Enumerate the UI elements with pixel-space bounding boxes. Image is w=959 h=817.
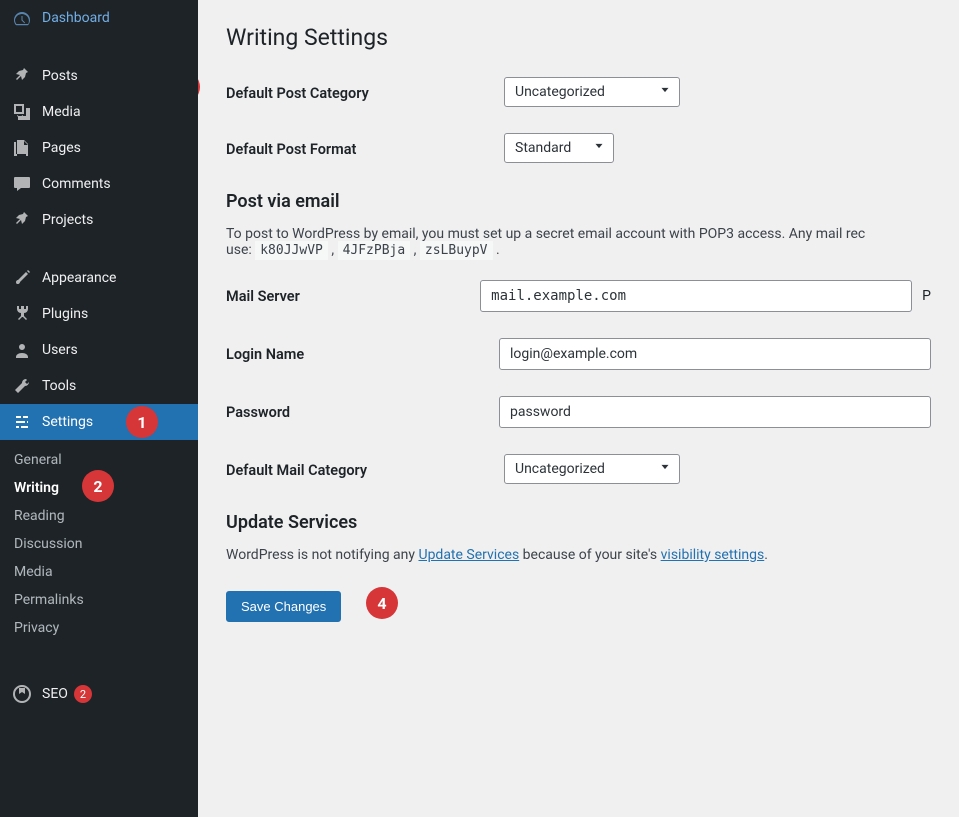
code-1: k80JJwVP [255, 241, 328, 260]
comments-icon [12, 174, 32, 194]
users-icon [12, 340, 32, 360]
sidebar-item-tools[interactable]: Tools [0, 368, 198, 404]
sidebar-item-label: Settings [42, 414, 93, 430]
select-default-mail-category[interactable]: Uncategorized [504, 454, 680, 484]
row-password: Password [226, 396, 931, 428]
tools-icon [12, 376, 32, 396]
row-default-post-format: Default Post Format Standard [226, 133, 931, 163]
settings-submenu: GeneralWriting2ReadingDiscussionMediaPer… [0, 440, 198, 654]
pin-icon [12, 210, 32, 230]
select-value: Standard [515, 140, 571, 156]
sidebar-item-label: Plugins [42, 306, 88, 322]
input-mail-server[interactable] [480, 280, 912, 312]
sidebar-item-label: Posts [42, 68, 78, 84]
link-update-services[interactable]: Update Services [418, 547, 519, 563]
content-area: Writing Settings Default Post Category 3… [198, 0, 959, 817]
submenu-item-privacy[interactable]: Privacy [0, 614, 198, 642]
chevron-down-icon [658, 83, 672, 101]
select-value: Uncategorized [515, 461, 605, 477]
sidebar-item-settings[interactable]: Settings 1 [0, 404, 198, 440]
sidebar-item-comments[interactable]: Comments [0, 166, 198, 202]
admin-sidebar: Dashboard Posts Media Pages Comments Projects… [0, 0, 198, 817]
seo-icon [12, 684, 32, 704]
chevron-down-icon [658, 460, 672, 478]
submenu-item-media[interactable]: Media [0, 558, 198, 586]
label-default-mail-category: Default Mail Category [226, 454, 504, 479]
link-visibility-settings[interactable]: visibility settings [661, 547, 765, 563]
sidebar-item-label: Appearance [42, 270, 116, 286]
label-password: Password [226, 396, 499, 421]
row-default-mail-category: Default Mail Category Uncategorized [226, 454, 931, 484]
label-default-post-category: Default Post Category [226, 77, 504, 102]
plug-icon [12, 304, 32, 324]
select-value: Uncategorized [515, 84, 605, 100]
sidebar-item-appearance[interactable]: Appearance [0, 260, 198, 296]
dashboard-icon [12, 8, 32, 28]
seo-badge: 2 [74, 685, 92, 703]
brush-icon [12, 268, 32, 288]
sidebar-item-media[interactable]: Media [0, 94, 198, 130]
sidebar-item-label: Comments [42, 176, 111, 192]
select-default-post-category[interactable]: Uncategorized [504, 77, 680, 107]
pin-icon [12, 66, 32, 86]
settings-icon [12, 412, 32, 432]
sidebar-item-label: Tools [42, 378, 76, 394]
callout-4: 4 [366, 587, 398, 619]
heading-post-via-email: Post via email [226, 191, 931, 212]
sidebar-item-plugins[interactable]: Plugins [0, 296, 198, 332]
row-login-name: Login Name [226, 338, 931, 370]
submenu-item-discussion[interactable]: Discussion [0, 530, 198, 558]
sidebar-item-label: Projects [42, 212, 93, 228]
page-title: Writing Settings [226, 24, 931, 51]
input-login-name[interactable] [499, 338, 931, 370]
media-icon [12, 102, 32, 122]
sidebar-item-pages[interactable]: Pages [0, 130, 198, 166]
submenu-item-permalinks[interactable]: Permalinks [0, 586, 198, 614]
sidebar-item-label: Dashboard [42, 10, 110, 26]
sidebar-item-label: Media [42, 104, 81, 120]
label-default-post-format: Default Post Format [226, 133, 504, 158]
submenu-item-reading[interactable]: Reading [0, 502, 198, 530]
input-password[interactable] [499, 396, 931, 428]
sidebar-item-seo[interactable]: SEO 2 [0, 676, 198, 712]
sidebar-item-label: SEO [42, 686, 68, 702]
code-3: zsLBuypV [420, 241, 493, 260]
sidebar-item-label: Pages [42, 140, 81, 156]
submenu-item-writing[interactable]: Writing2 [0, 474, 198, 502]
sidebar-item-label: Users [42, 342, 78, 358]
label-login-name: Login Name [226, 338, 499, 363]
sidebar-item-projects[interactable]: Projects [0, 202, 198, 238]
heading-update-services: Update Services [226, 512, 931, 533]
select-default-post-format[interactable]: Standard [504, 133, 614, 163]
callout-3: 3 [198, 71, 200, 103]
update-services-desc: WordPress is not notifying any Update Se… [226, 547, 931, 563]
label-mail-server: Mail Server [226, 280, 480, 305]
sidebar-item-posts[interactable]: Posts [0, 58, 198, 94]
sidebar-item-dashboard[interactable]: Dashboard [0, 0, 198, 36]
row-default-post-category: Default Post Category 3 Uncategorized [226, 77, 931, 107]
callout-1: 1 [126, 406, 158, 438]
chevron-down-icon [592, 139, 606, 157]
label-port: P [922, 288, 931, 304]
pages-icon [12, 138, 32, 158]
callout-2: 2 [82, 470, 114, 502]
save-button[interactable]: Save Changes [226, 591, 341, 622]
row-mail-server: Mail Server P [226, 280, 931, 312]
code-2: 4JFzPBja [338, 241, 411, 260]
sidebar-item-users[interactable]: Users [0, 332, 198, 368]
post-via-email-desc: To post to WordPress by email, you must … [226, 226, 931, 258]
